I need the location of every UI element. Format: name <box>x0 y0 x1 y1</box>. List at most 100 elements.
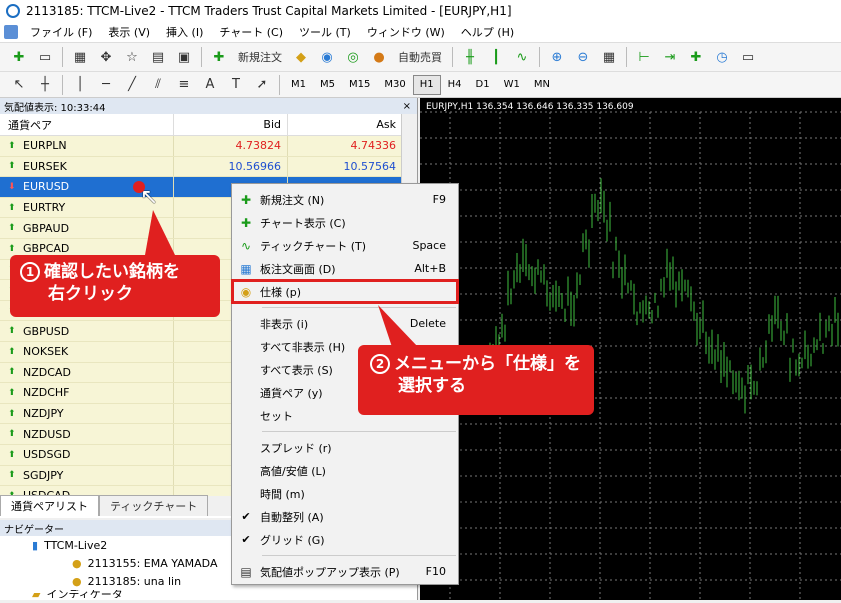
new-order-button[interactable]: 新規注文 <box>234 46 286 68</box>
symbol-name: GBPAUD <box>23 221 70 235</box>
menu-tools[interactable]: ツール (T) <box>291 24 359 40</box>
profiles-icon[interactable]: ▭ <box>34 46 56 68</box>
menu-view[interactable]: 表示 (V) <box>100 24 158 40</box>
context-menu-item[interactable]: スプレッド (r) <box>232 436 458 459</box>
context-menu-item[interactable]: ◉ 仕様 (p) <box>231 279 459 304</box>
tester-icon[interactable]: ▣ <box>173 46 195 68</box>
menu-insert[interactable]: 挿入 (I) <box>158 24 211 40</box>
tab-symbols[interactable]: 通貨ペアリスト <box>0 495 99 516</box>
auto-trade-icon[interactable]: ● <box>368 46 390 68</box>
crosshair-nav-icon[interactable]: ✥ <box>95 46 117 68</box>
menu-item-label: 新規注文 (N) <box>260 193 325 207</box>
app-icon <box>6 4 20 18</box>
context-menu-item[interactable]: ✔ グリッド (G) <box>232 528 458 551</box>
auto-scroll-icon[interactable]: ⇥ <box>659 46 681 68</box>
line-studies-toolbar: ↖ ┼ │ ─ ╱ ⫽ ≡ A T ➚ M1 M5 M15 M30 H1 H4 … <box>0 72 841 98</box>
new-chart-icon[interactable]: ✚ <box>8 46 30 68</box>
context-menu-item[interactable]: 高値/安値 (L) <box>232 459 458 482</box>
chart-shift-icon[interactable]: ⊢ <box>633 46 655 68</box>
metaeditor-icon[interactable]: ◆ <box>290 46 312 68</box>
checkmark-icon: ✔ <box>241 533 251 546</box>
context-menu-item[interactable]: ✚ チャート表示 (C) <box>232 211 458 234</box>
menu-item-label: 高値/安値 (L) <box>260 464 326 478</box>
folder-icon: ▰ <box>32 590 41 598</box>
zoom-in-icon[interactable]: ⊕ <box>546 46 568 68</box>
channel-icon[interactable]: ⫽ <box>147 74 169 96</box>
fibonacci-icon[interactable]: ≡ <box>173 74 195 96</box>
line-chart-icon[interactable]: ∿ <box>511 46 533 68</box>
tf-m30[interactable]: M30 <box>377 75 412 95</box>
tf-h1[interactable]: H1 <box>412 74 441 95</box>
menu-item-shortcut: F10 <box>425 565 446 578</box>
trendline-icon[interactable]: ╱ <box>121 74 143 96</box>
arrow-up-icon: ⬆ <box>8 223 16 234</box>
periods-icon[interactable]: ◷ <box>711 46 733 68</box>
auto-trade-button[interactable]: 自動売買 <box>394 46 446 68</box>
symbol-name: NZDUSD <box>23 427 71 441</box>
menu-file[interactable]: ファイル (F) <box>22 24 100 40</box>
new-order-button-icon[interactable]: ✚ <box>208 46 230 68</box>
column-ask[interactable]: Ask <box>288 114 402 135</box>
menu-chart[interactable]: チャート (C) <box>211 24 291 40</box>
text-label-icon[interactable]: T <box>225 74 247 96</box>
arrow-up-icon: ⬆ <box>8 408 16 419</box>
arrows-icon[interactable]: ➚ <box>251 74 273 96</box>
symbol-name: NZDJPY <box>23 407 64 421</box>
arrow-down-icon: ⬇ <box>8 181 16 192</box>
title-bar: 2113185: TTCM-Live2 - TTCM Traders Trust… <box>0 0 841 22</box>
templates-icon[interactable]: ▭ <box>737 46 759 68</box>
vertical-line-icon[interactable]: │ <box>69 74 91 96</box>
zoom-out-icon[interactable]: ⊖ <box>572 46 594 68</box>
menu-item-label: 時間 (m) <box>260 487 305 501</box>
context-menu-item[interactable]: 時間 (m) <box>232 482 458 505</box>
context-menu-item[interactable]: ✚ 新規注文 (N) F9 <box>232 188 458 211</box>
menu-help[interactable]: ヘルプ (H) <box>453 24 522 40</box>
signals-icon[interactable]: ◉ <box>316 46 338 68</box>
bar-chart-icon[interactable]: ╫ <box>459 46 481 68</box>
arrow-up-icon: ⬆ <box>8 140 16 151</box>
market-watch-icon[interactable]: ▦ <box>69 46 91 68</box>
context-menu-item[interactable]: ▤ 気配値ポップアップ表示 (P) F10 <box>232 560 458 583</box>
column-bid[interactable]: Bid <box>174 114 288 135</box>
arrow-up-icon: ⬆ <box>8 161 16 172</box>
tf-d1[interactable]: D1 <box>469 75 497 95</box>
text-icon[interactable]: A <box>199 74 221 96</box>
table-row[interactable]: ⬆ EURPLN 4.73824 4.74336 <box>0 136 417 157</box>
tf-h4[interactable]: H4 <box>441 75 469 95</box>
wifi-icon[interactable]: ◎ <box>342 46 364 68</box>
close-icon[interactable]: × <box>403 101 411 112</box>
symbol-name: NZDCAD <box>23 365 71 379</box>
context-menu-item[interactable]: ✔ 自動整列 (A) <box>232 505 458 528</box>
menu-item-label: スプレッド (r) <box>260 441 332 455</box>
tf-m1[interactable]: M1 <box>284 75 313 95</box>
cursor-icon[interactable]: ↖ <box>8 74 30 96</box>
callout-number: 2 <box>370 354 390 374</box>
indicators-icon[interactable]: ✚ <box>685 46 707 68</box>
tile-windows-icon[interactable]: ▦ <box>598 46 620 68</box>
table-row[interactable]: ⬆ EURSEK 10.56966 10.57564 <box>0 156 417 178</box>
document-icon[interactable] <box>4 25 18 39</box>
market-watch-columns: 通貨ペア Bid Ask <box>0 114 417 136</box>
tf-m15[interactable]: M15 <box>342 75 377 95</box>
menu-item-label: チャート表示 (C) <box>260 216 346 230</box>
checkmark-icon: ✔ <box>241 510 251 523</box>
standard-toolbar: ✚ ▭ ▦ ✥ ☆ ▤ ▣ ✚ 新規注文 ◆ ◉ ◎ ● 自動売買 ╫ ┃ ∿ … <box>0 42 841 72</box>
nav-indicators[interactable]: ▰ インディケータ <box>0 590 417 598</box>
arrow-up-icon: ⬆ <box>8 470 16 481</box>
context-menu-item[interactable]: ∿ ティックチャート (T) Space <box>232 234 458 257</box>
crosshair-icon[interactable]: ┼ <box>34 74 56 96</box>
terminal-icon[interactable]: ▤ <box>147 46 169 68</box>
tf-w1[interactable]: W1 <box>497 75 527 95</box>
context-menu-item[interactable]: 非表示 (i) Delete <box>232 312 458 335</box>
symbol-name: NOKSEK <box>23 345 69 359</box>
tf-mn[interactable]: MN <box>527 75 557 95</box>
navigator-icon[interactable]: ☆ <box>121 46 143 68</box>
context-menu-item[interactable]: ▦ 板注文画面 (D) Alt+B <box>232 257 458 280</box>
arrow-up-icon: ⬆ <box>8 346 16 357</box>
menu-window[interactable]: ウィンドウ (W) <box>359 24 453 40</box>
tab-tick-chart[interactable]: ティックチャート <box>99 495 209 516</box>
horizontal-line-icon[interactable]: ─ <box>95 74 117 96</box>
column-symbol[interactable]: 通貨ペア <box>0 114 174 135</box>
tf-m5[interactable]: M5 <box>313 75 342 95</box>
candle-chart-icon[interactable]: ┃ <box>485 46 507 68</box>
